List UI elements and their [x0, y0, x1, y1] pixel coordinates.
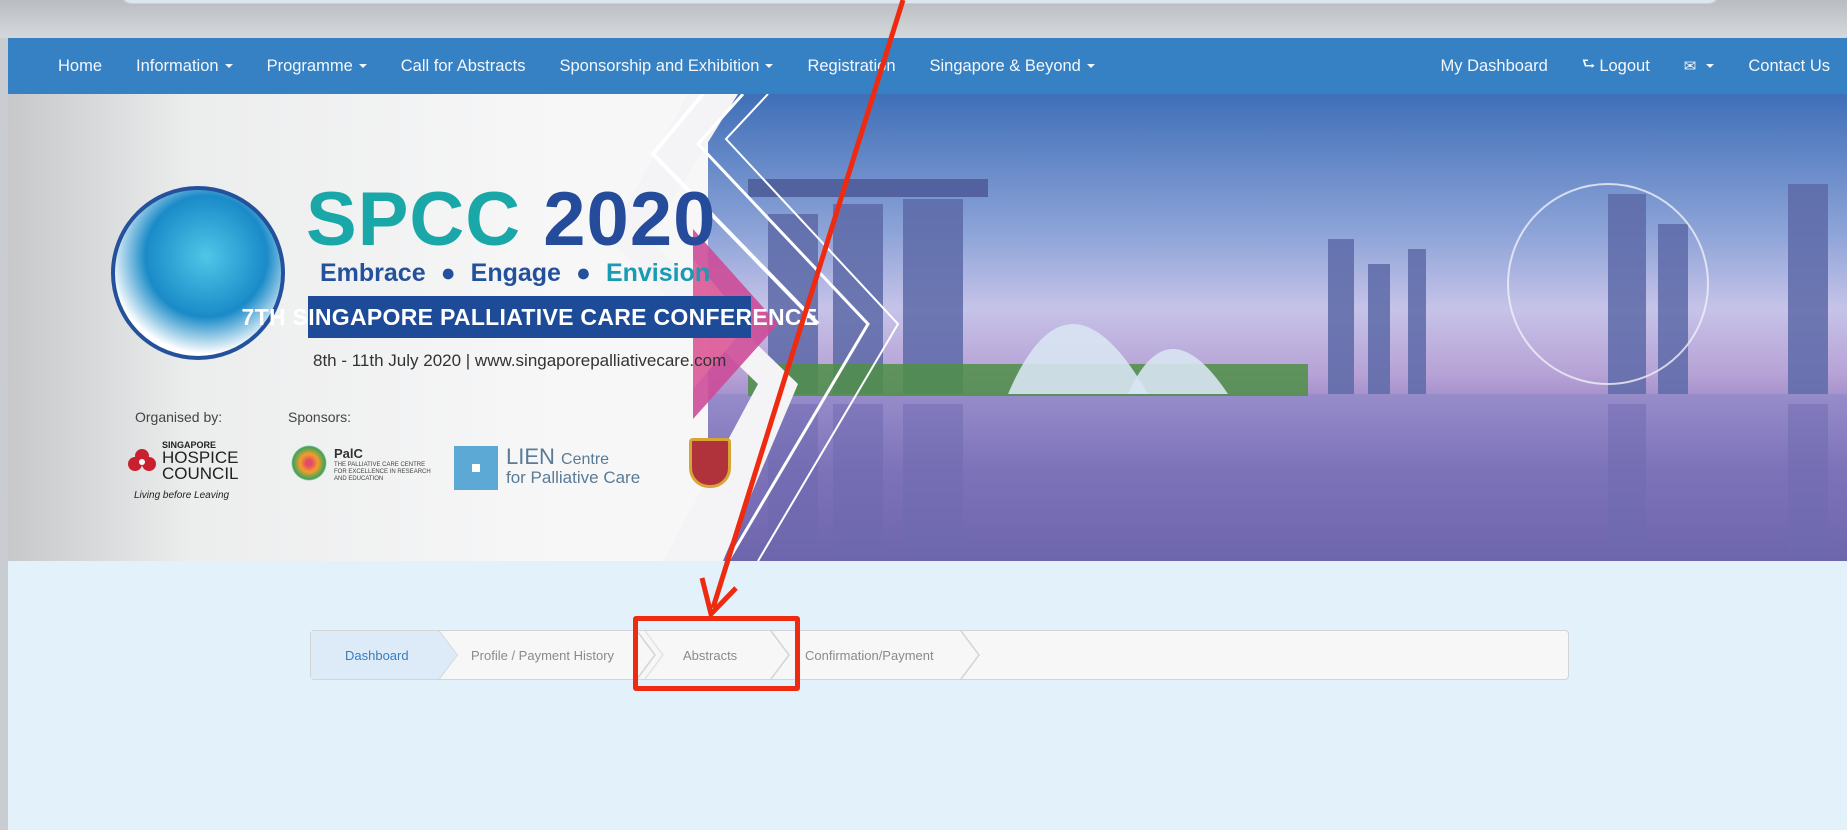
- annotation-highlight-box: [633, 616, 800, 691]
- annotation-arrow-line: [710, 0, 906, 609]
- annotation-overlay: [699, 0, 906, 619]
